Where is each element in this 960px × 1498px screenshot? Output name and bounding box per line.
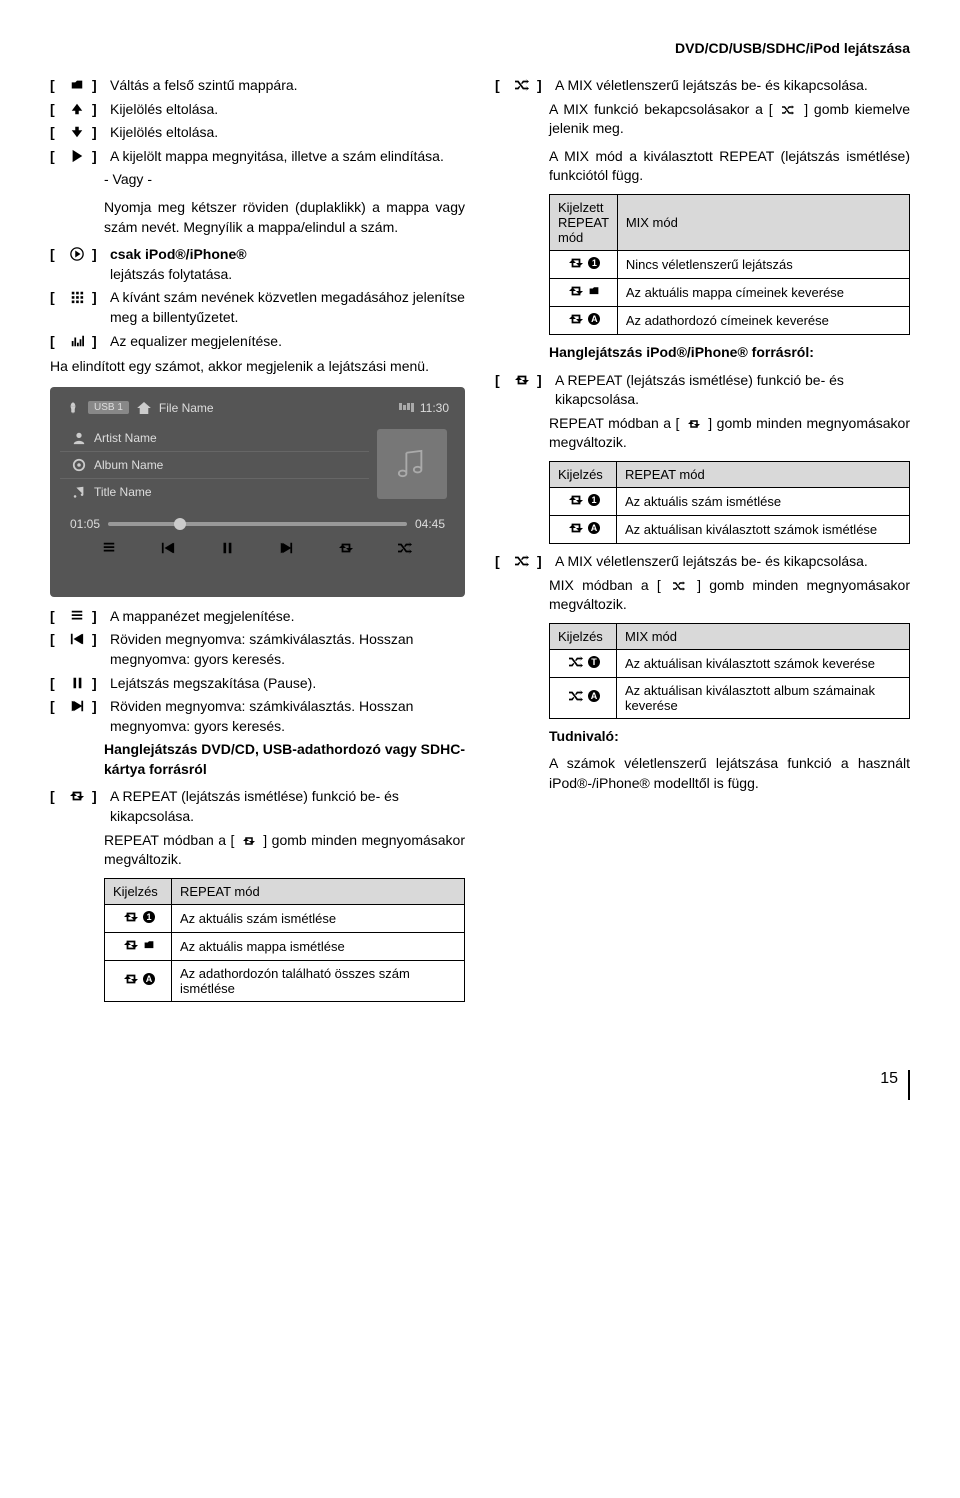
mix-table-1: Kijelzett REPEAT módMIX mód 1Nincs vélet… (549, 194, 910, 335)
table-cell: Az aktuálisan kiválasztott számok keveré… (617, 649, 910, 677)
th-kijelzes: Kijelzés (105, 878, 172, 904)
table-cell: Az adathordozón található összes szám is… (172, 960, 465, 1001)
item-desc: A kívánt szám nevének közvetlen megadásá… (104, 288, 465, 327)
item-desc: A MIX véletlenszerű lejátszás be- és kik… (549, 552, 910, 572)
repeat-table-1: KijelzésREPEAT mód 1Az aktuális szám ism… (104, 878, 465, 1002)
item-desc: Kijelölés eltolása. (104, 100, 465, 120)
prev-icon (62, 630, 92, 669)
clock-time: 11:30 (420, 401, 449, 415)
item-desc: A MIX véletlenszerű lejátszás be- és kik… (549, 76, 910, 96)
item-desc: A mappanézet megjelenítése. (104, 607, 465, 627)
title-name: Title Name (94, 485, 152, 499)
th: MIX mód (617, 623, 910, 649)
vagy-text: Nyomja meg kétszer röviden (duplaklikk) … (104, 198, 465, 237)
item-desc: A REPEAT (lejátszás ismétlése) funkció b… (104, 787, 465, 826)
th: Kijelzett REPEAT mód (550, 194, 618, 250)
item-desc: Váltás a felső szintű mappára. (104, 76, 465, 96)
left-column: []Váltás a felső szintű mappára. []Kijel… (50, 76, 465, 1010)
tudnivalo-heading: Tudnivaló: (549, 727, 910, 747)
table-cell: Nincs véletlenszerű lejátszás (617, 250, 909, 278)
grid-icon (62, 288, 92, 327)
item-desc: Lejátszás megszakítása (Pause). (104, 674, 465, 694)
play-circle-icon (62, 245, 92, 284)
right-column: []A MIX véletlenszerű lejátszás be- és k… (495, 76, 910, 1010)
shuffle-icon (507, 76, 537, 96)
th: REPEAT mód (617, 461, 910, 487)
table-cell: Az adathordozó címeinek keverése (617, 306, 909, 334)
time-total: 04:45 (415, 517, 445, 531)
usb-tag: USB 1 (88, 401, 129, 414)
repeat-table-2: KijelzésREPEAT mód 1Az aktuális szám ism… (549, 461, 910, 544)
mix-text: A MIX funkció bekapcsolásakor a [ ] gomb… (549, 100, 910, 139)
list-icon (62, 607, 92, 627)
repeat-text2: REPEAT módban a [ ] gomb minden megnyomá… (549, 414, 910, 453)
hang-heading: Hanglejátszás DVD/CD, USB-adathordozó va… (104, 740, 465, 779)
vagy-label: - Vagy - (104, 170, 465, 190)
item-desc: Röviden megnyomva: számkiválasztás. Hoss… (104, 697, 465, 736)
table-cell: Az aktuális szám ismétlése (617, 487, 910, 515)
repeat-icon (62, 787, 92, 826)
mix-text2: A MIX mód a kiválasztott REPEAT (lejátsz… (549, 147, 910, 186)
repeat-icon (507, 371, 537, 410)
page-header: DVD/CD/USB/SDHC/iPod lejátszása (50, 40, 910, 56)
player-screenshot: USB 1 File Name 11:30 Artist Name Album … (50, 387, 465, 597)
play-icon (62, 147, 92, 167)
repeat-text: REPEAT módban a [ ] gomb minden megnyomá… (104, 831, 465, 870)
page-number: 15 (50, 1070, 910, 1100)
table-cell: Az aktuális mappa címeinek keverése (617, 278, 909, 306)
table-cell: Az aktuális mappa ismétlése (172, 932, 465, 960)
next-icon (62, 697, 92, 736)
item-desc: Az equalizer megjelenítése. (104, 332, 465, 352)
up-folder-icon (62, 76, 92, 96)
arrow-up-icon (62, 100, 92, 120)
time-elapsed: 01:05 (70, 517, 100, 531)
ha-text: Ha elindított egy számot, akkor megjelen… (50, 357, 465, 377)
eq-icon (62, 332, 92, 352)
item-desc: Kijelölés eltolása. (104, 123, 465, 143)
shuffle-icon (507, 552, 537, 572)
arrow-down-icon (62, 123, 92, 143)
item-desc: A kijelölt mappa megnyitása, illetve a s… (104, 147, 465, 167)
artist-name: Artist Name (94, 431, 157, 445)
hang-heading2: Hanglejátszás iPod®/iPhone® forrásról: (549, 343, 910, 363)
progress-bar[interactable] (108, 522, 407, 526)
table-cell: Az aktuálisan kiválasztott album számain… (617, 677, 910, 718)
pause-icon (62, 674, 92, 694)
th: Kijelzés (550, 461, 617, 487)
album-art (377, 429, 447, 499)
album-name: Album Name (94, 458, 163, 472)
th-repeat: REPEAT mód (172, 878, 465, 904)
item-desc: csak iPod®/iPhone®lejátszás folytatása. (104, 245, 465, 284)
item-desc: A REPEAT (lejátszás ismétlése) funkció b… (549, 371, 910, 410)
file-name: File Name (159, 401, 214, 415)
mix-table-2: KijelzésMIX mód TAz aktuálisan kiválaszt… (549, 623, 910, 719)
th: Kijelzés (550, 623, 617, 649)
table-cell: Az aktuálisan kiválasztott számok ismétl… (617, 515, 910, 543)
mix-text3: MIX módban a [ ] gomb minden megnyomásak… (549, 576, 910, 615)
tudnivalo-text: A számok véletlenszerű lejátszása funkci… (549, 754, 910, 793)
item-desc: Röviden megnyomva: számkiválasztás. Hoss… (104, 630, 465, 669)
th: MIX mód (617, 194, 909, 250)
table-cell: Az aktuális szám ismétlése (172, 904, 465, 932)
